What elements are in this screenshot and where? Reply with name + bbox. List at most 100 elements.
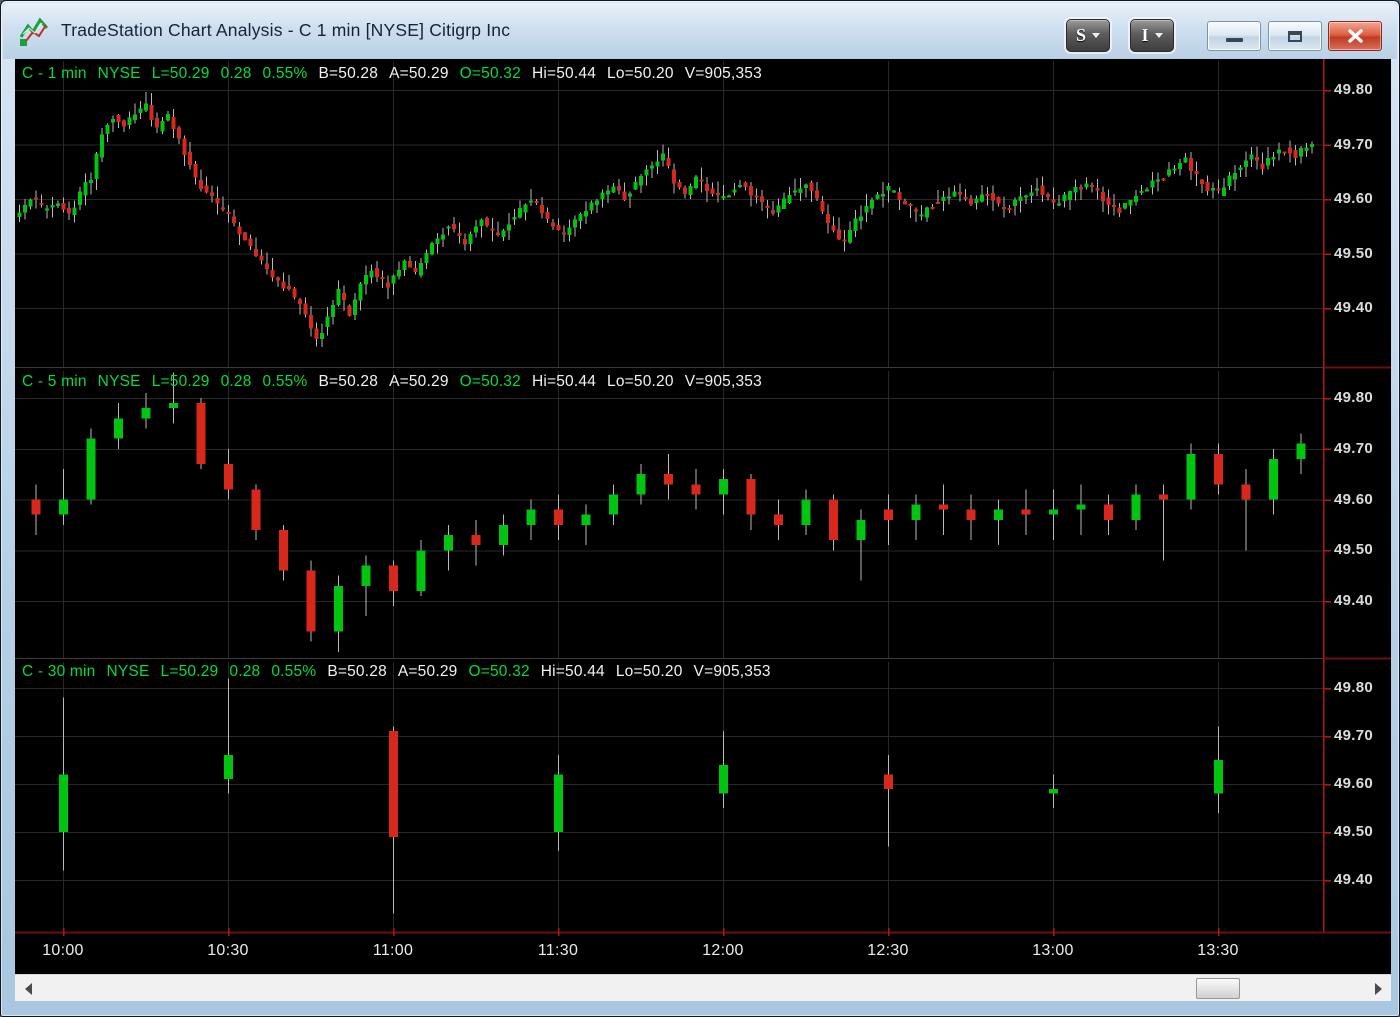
- candle-body: [425, 253, 429, 263]
- candle-body: [1206, 182, 1210, 191]
- candle-body: [389, 565, 398, 590]
- candle-body: [1283, 152, 1287, 154]
- candle-body: [1002, 207, 1006, 209]
- candle-body: [1151, 180, 1155, 187]
- quote-field: NYSE: [107, 663, 150, 680]
- candle-body: [469, 234, 473, 244]
- candle-body: [304, 303, 308, 314]
- candle-body: [309, 315, 313, 329]
- candle-body: [884, 510, 893, 520]
- price-axis-label: 49.50: [1334, 245, 1394, 262]
- candle-body: [997, 197, 1001, 203]
- candle-body: [507, 224, 511, 230]
- candle-body: [326, 317, 330, 327]
- candle-body: [84, 182, 88, 195]
- candle-body: [315, 329, 319, 339]
- candle-body: [639, 176, 643, 185]
- candle-body: [293, 289, 297, 298]
- candle-body: [579, 214, 583, 221]
- candle-body: [32, 500, 41, 515]
- quote-field: V=905,353: [685, 65, 762, 82]
- candle-body: [540, 205, 544, 213]
- candle-body: [29, 200, 33, 207]
- candle-body: [609, 494, 618, 514]
- candle-body: [210, 192, 214, 196]
- candle-body: [144, 103, 148, 110]
- quote-field: Lo=50.20: [607, 373, 674, 390]
- candle-body: [282, 282, 286, 289]
- candle-body: [1134, 196, 1138, 202]
- scroll-right-button[interactable]: [1365, 975, 1391, 1002]
- candle-body: [637, 474, 646, 494]
- quote-field: V=905,353: [694, 663, 771, 680]
- candle-body: [205, 185, 209, 192]
- price-axis-label: 49.80: [1334, 81, 1394, 98]
- candle-body: [719, 765, 728, 794]
- candle-body: [73, 208, 77, 216]
- price-axis-label: 49.60: [1334, 775, 1394, 792]
- candle-body: [122, 121, 126, 127]
- candle-body: [172, 117, 176, 129]
- candle-body: [386, 282, 390, 287]
- quote-info-line: C - 30 minNYSEL=50.290.280.55%B=50.28A=5…: [22, 663, 782, 681]
- minimize-icon: [1226, 38, 1243, 42]
- candle-body: [1214, 760, 1223, 794]
- candle-body: [279, 530, 288, 571]
- candle-body: [1250, 154, 1254, 159]
- candle-body: [59, 500, 68, 515]
- candle-body: [1162, 178, 1166, 180]
- candle-body: [78, 191, 82, 205]
- candle-body: [51, 205, 55, 208]
- price-axis-label: 49.40: [1334, 871, 1394, 888]
- candle-body: [925, 208, 929, 218]
- candle-body: [623, 192, 627, 200]
- quote-field: L=50.29: [152, 65, 210, 82]
- candle-body: [265, 263, 269, 268]
- close-button[interactable]: [1328, 21, 1382, 51]
- candle-body: [854, 218, 858, 231]
- candle-body: [254, 249, 258, 256]
- candle-body: [733, 190, 737, 193]
- indicator-dropdown-button[interactable]: I: [1130, 19, 1174, 52]
- candle-body: [958, 192, 962, 195]
- scrollbar-thumb[interactable]: [1196, 978, 1240, 999]
- candle-body: [518, 208, 522, 218]
- candle-body: [661, 154, 665, 161]
- maximize-button[interactable]: [1268, 21, 1322, 51]
- minimize-button[interactable]: [1207, 21, 1261, 51]
- candle-body: [1049, 510, 1058, 515]
- candle-body: [1244, 161, 1248, 167]
- candle-body: [700, 180, 704, 182]
- candle-body: [1222, 188, 1226, 196]
- arrow-right-icon: [1375, 983, 1382, 995]
- price-axis-label: 49.70: [1334, 136, 1394, 153]
- candle-body: [722, 196, 726, 198]
- candle-body: [169, 403, 178, 408]
- candle-body: [480, 220, 484, 226]
- candle-body: [375, 268, 379, 277]
- scroll-left-button[interactable]: [15, 975, 41, 1002]
- restore-icon: [1288, 31, 1302, 42]
- candle-body: [969, 199, 973, 205]
- candle-body: [463, 239, 467, 244]
- candle-body: [562, 232, 566, 234]
- style-dropdown-button[interactable]: S: [1066, 19, 1110, 52]
- candle-body: [1074, 187, 1078, 193]
- time-axis-label: 13:00: [1018, 942, 1088, 960]
- candle-body: [221, 208, 225, 210]
- candle-body: [1049, 789, 1058, 794]
- candle-body: [1299, 148, 1303, 157]
- candle-body: [760, 196, 764, 202]
- candle-body: [1239, 168, 1243, 171]
- quote-field: 0.55%: [263, 65, 308, 82]
- candle-body: [1041, 185, 1045, 195]
- candle-body: [612, 187, 616, 193]
- candle-body: [430, 243, 434, 255]
- candle-body: [1242, 484, 1251, 499]
- candlestick-chart-canvas[interactable]: [15, 59, 1391, 936]
- candle-body: [199, 180, 203, 189]
- quote-field: V=905,353: [685, 373, 762, 390]
- candle-body: [232, 216, 236, 222]
- horizontal-scrollbar[interactable]: [15, 974, 1391, 1001]
- candle-body: [774, 515, 783, 525]
